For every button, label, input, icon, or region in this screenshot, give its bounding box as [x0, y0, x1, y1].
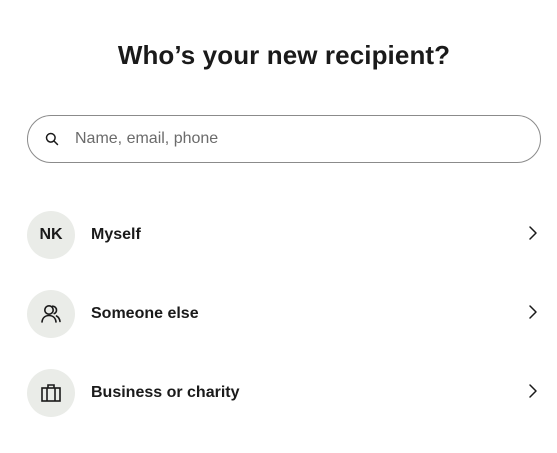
search-input[interactable]: [75, 116, 515, 162]
search-bar[interactable]: [27, 115, 541, 163]
recipient-page: Who’s your new recipient? NK Myself: [0, 0, 557, 453]
search-icon: [45, 132, 59, 146]
chevron-right-icon: [527, 223, 539, 243]
people-icon: [27, 290, 75, 338]
briefcase-icon: [27, 369, 75, 417]
chevron-right-icon: [527, 381, 539, 401]
option-label: Business or charity: [91, 384, 240, 401]
chevron-right-icon: [527, 302, 539, 322]
option-business-or-charity[interactable]: Business or charity: [27, 369, 557, 417]
avatar: NK: [27, 211, 75, 259]
option-label: Someone else: [91, 305, 199, 322]
option-label: Myself: [91, 226, 141, 243]
option-myself[interactable]: NK Myself: [27, 211, 557, 259]
option-someone-else[interactable]: Someone else: [27, 290, 557, 338]
page-title: Who’s your new recipient?: [117, 40, 451, 70]
